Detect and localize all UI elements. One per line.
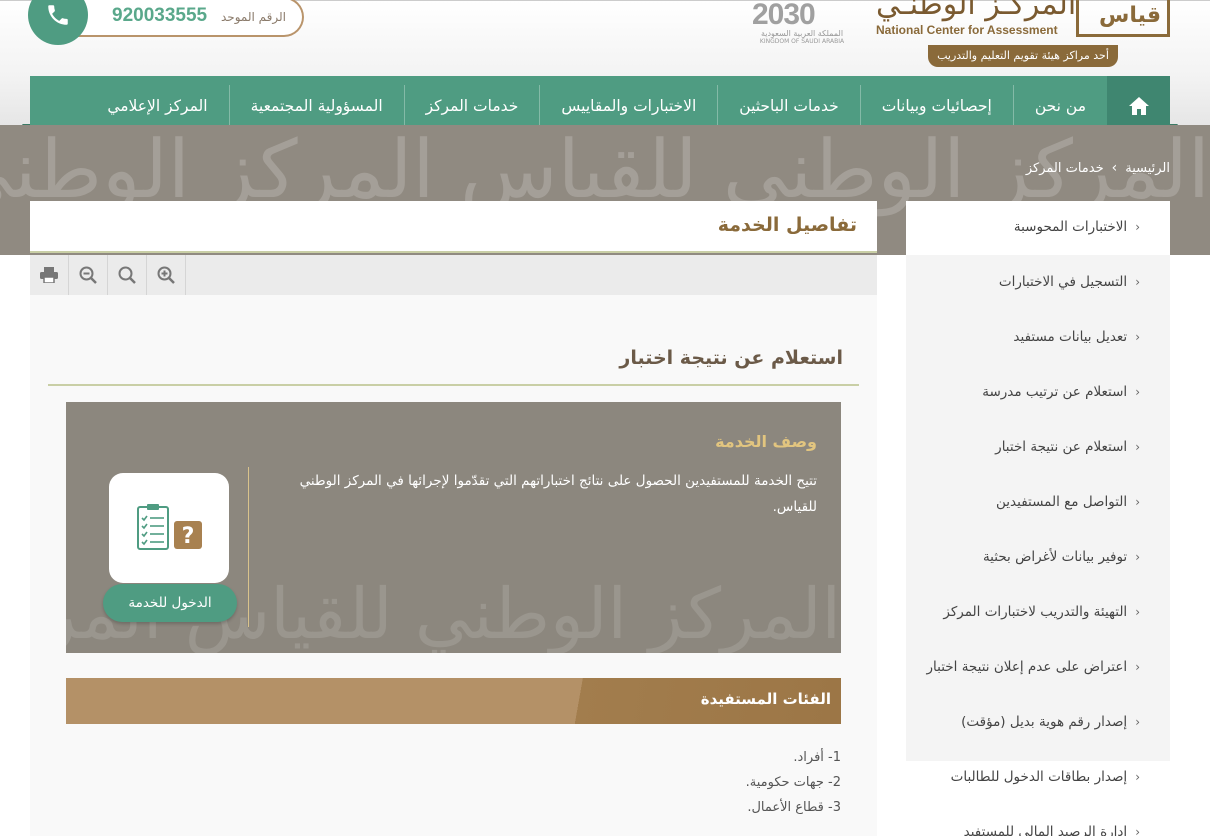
description-heading: وصف الخدمة <box>715 432 817 451</box>
home-icon <box>1128 96 1149 115</box>
sidebar-item-label: التهيئة والتدريب لاختبارات المركز <box>943 604 1128 620</box>
sidebar-item-edit-beneficiary[interactable]: ‹ تعديل بيانات مستفيد <box>1013 329 1140 345</box>
vision-year: 2030 <box>752 0 816 31</box>
vision-arabic: المملكة العربية السعودية <box>760 29 844 38</box>
categories-title: الفئات المستفيدة <box>700 690 831 708</box>
nav-item-tests[interactable]: الاختبارات والمقاييس <box>539 84 717 127</box>
list-item: 1- أفراد. <box>793 750 841 765</box>
description-text: تتيح الخدمة للمستفيدين الحصول على نتائج … <box>299 473 817 515</box>
chevron-left-icon: ‹ <box>1135 440 1140 454</box>
sidebar-item-label: التواصل مع المستفيدين <box>996 494 1128 510</box>
vision-2030-logo: 2030 المملكة العربية السعودية KINGDOM OF… <box>752 0 852 49</box>
sidebar-item-balance[interactable]: ‹ إدارة الرصيد المالي للمستفيد <box>964 824 1140 836</box>
sidebar-item-objection[interactable]: ‹ اعتراض على عدم إعلان نتيجة اختبار <box>927 659 1140 675</box>
zoom-in-icon <box>157 266 175 284</box>
breadcrumb-home[interactable]: الرئيسية <box>1125 161 1170 176</box>
zoom-out-icon <box>79 266 97 284</box>
chevron-left-icon: ‹ <box>1135 385 1140 399</box>
zoom-in-button[interactable] <box>147 255 186 295</box>
checklist-question-icon: ? <box>137 504 202 550</box>
nav-item-media[interactable]: المركز الإعلامي <box>86 85 228 127</box>
logo-english: National Center for Assessment <box>876 23 1058 37</box>
chevron-left-icon: ‹ <box>1135 330 1140 344</box>
sidebar-item-contact[interactable]: ‹ التواصل مع المستفيدين <box>996 494 1140 510</box>
list-item: 2- جهات حكومية. <box>745 775 841 790</box>
service-content: استعلام عن نتيجة اختبار المركز الوطني لل… <box>30 295 877 836</box>
print-button[interactable] <box>30 255 69 295</box>
main-header: تفاصيل الخدمة <box>30 201 877 253</box>
logo-arabic-box: قياس <box>1076 0 1170 37</box>
title-divider <box>48 384 859 386</box>
list-item: 3- قطاع الأعمال. <box>747 800 841 815</box>
sidebar-item-label: تعديل بيانات مستفيد <box>1013 329 1128 345</box>
sidebar-item-school-ranking[interactable]: ‹ استعلام عن ترتيب مدرسة <box>982 384 1140 400</box>
chevron-left-icon: ‹ <box>1135 605 1140 619</box>
nav-item-researchers[interactable]: خدمات الباحثين <box>717 84 859 127</box>
phone-label: الرقم الموحد <box>221 10 286 24</box>
service-title: استعلام عن نتيجة اختبار <box>619 347 843 369</box>
sidebar-item-label: الاختبارات المحوسبة <box>1013 219 1128 235</box>
sidebar-item-temp-id[interactable]: ‹ إصدار رقم هوية بديل (مؤقت) <box>961 714 1140 730</box>
chevron-left-icon: ‹ <box>1135 495 1140 509</box>
site-logo[interactable]: المركـز الوطنـي قياس National Center for… <box>872 0 1172 71</box>
chevron-left-icon: ‹ <box>1135 660 1140 674</box>
nav-item-services[interactable]: خدمات المركز <box>403 84 540 127</box>
sidebar-item-label: إصدار بطاقات الدخول للطالبات <box>950 769 1128 785</box>
search-button[interactable] <box>108 255 147 295</box>
chevron-left-icon: ‹ <box>1135 220 1140 234</box>
phone-pill: الرقم الموحد 920033555 <box>68 0 304 37</box>
sidebar-item-label: التسجيل في الاختبارات <box>998 274 1128 290</box>
categories-list: 1- أفراد. 2- جهات حكومية. 3- قطاع الأعما… <box>746 745 841 820</box>
phone-number[interactable]: 920033555 <box>112 5 207 27</box>
sidebar-item-label: استعلام عن نتيجة اختبار <box>995 439 1128 455</box>
breadcrumb-separator-icon: › <box>1111 160 1118 176</box>
sidebar-item-label: توفير بيانات لأغراض بحثية <box>982 549 1128 565</box>
logo-arabic: قياس <box>1098 3 1161 28</box>
breadcrumb: الرئيسية › خدمات المركز <box>1026 160 1170 176</box>
sidebar-item-label: إدارة الرصيد المالي للمستفيد <box>963 824 1128 836</box>
sidebar-item-training[interactable]: ‹ التهيئة والتدريب لاختبارات المركز <box>943 604 1140 620</box>
chevron-left-icon: ‹ <box>1135 770 1140 784</box>
search-icon <box>118 266 136 284</box>
page-toolbar <box>30 255 877 295</box>
chevron-left-icon: ‹ <box>1135 275 1140 289</box>
sidebar-item-computerized-tests[interactable]: ‹ الاختبارات المحوسبة <box>1014 219 1140 235</box>
page-title: تفاصيل الخدمة <box>717 214 857 236</box>
vision-english: KINGDOM OF SAUDI ARABIA <box>759 38 845 45</box>
logo-tagline: أحد مراكز هيئة تقويم التعليم والتدريب <box>928 45 1118 67</box>
sidebar-item-label: إصدار رقم هوية بديل (مؤقت) <box>961 714 1128 730</box>
nav-item-social[interactable]: المسؤولية المجتمعية <box>228 84 404 127</box>
nav-item-statistics[interactable]: إحصائيات وبيانات <box>859 84 1013 127</box>
zoom-out-button[interactable] <box>69 255 108 295</box>
categories-header: الفئات المستفيدة <box>66 678 841 724</box>
sidebar-item-admission-cards[interactable]: ‹ إصدار بطاقات الدخول للطالبات <box>951 769 1140 785</box>
enter-service-button[interactable]: الدخول للخدمة <box>103 584 237 622</box>
chevron-left-icon: ‹ <box>1135 550 1140 564</box>
service-description-box: المركز الوطني للقياس المركز الوطني وصف ا… <box>66 402 841 653</box>
sidebar-item-label: اعتراض على عدم إعلان نتيجة اختبار <box>926 659 1128 675</box>
print-icon <box>40 267 58 283</box>
service-icon-card: ? <box>109 473 229 583</box>
sidebar-item-test-result[interactable]: ‹ استعلام عن نتيجة اختبار <box>995 439 1140 455</box>
breadcrumb-current[interactable]: خدمات المركز <box>1026 161 1104 176</box>
chevron-left-icon: ‹ <box>1135 715 1140 729</box>
unified-number[interactable]: الرقم الموحد 920033555 <box>28 0 304 45</box>
svg-text:?: ? <box>182 524 195 549</box>
sidebar-item-research-data[interactable]: ‹ توفير بيانات لأغراض بحثية <box>983 549 1140 565</box>
sidebar-item-registration[interactable]: ‹ التسجيل في الاختبارات <box>999 274 1140 290</box>
phone-icon[interactable] <box>28 0 88 45</box>
description-divider <box>248 467 249 627</box>
chevron-left-icon: ‹ <box>1135 825 1140 836</box>
nav-item-about[interactable]: من نحن <box>1012 84 1107 127</box>
logo-arabic-mark: المركـز الوطنـي <box>876 0 1078 22</box>
sidebar-item-label: استعلام عن ترتيب مدرسة <box>982 384 1128 400</box>
